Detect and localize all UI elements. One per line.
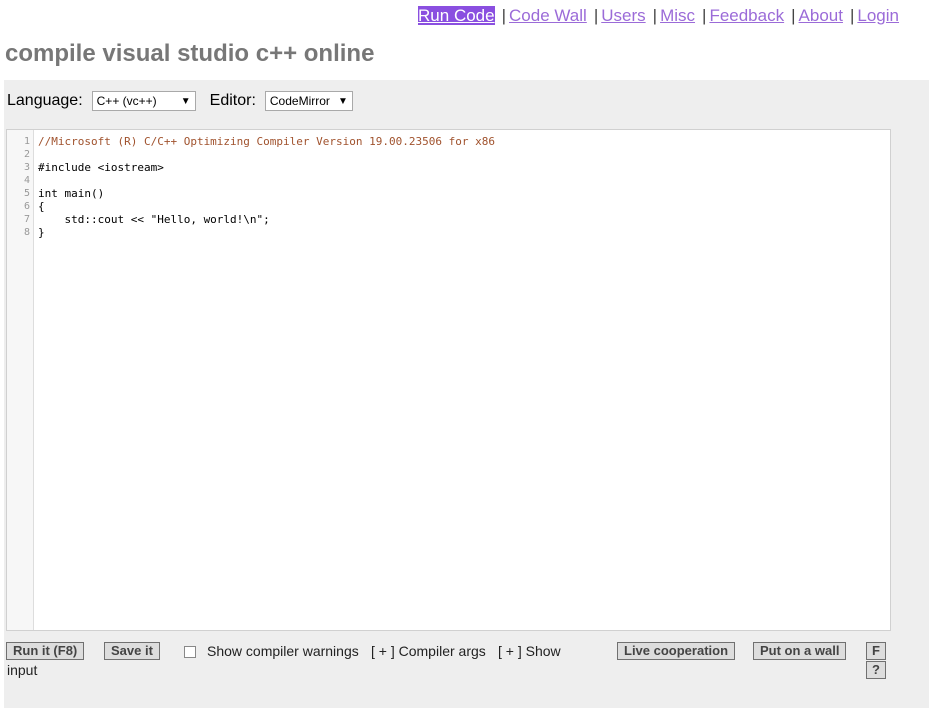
nav-about[interactable]: About <box>799 6 843 25</box>
line-number: 2 <box>23 149 30 160</box>
nav-feedback[interactable]: Feedback <box>709 6 784 25</box>
nav-login[interactable]: Login <box>857 6 899 25</box>
editor-label: Editor: <box>209 92 256 109</box>
code-line: //Microsoft (R) C/C++ Optimizing Compile… <box>38 135 495 148</box>
settings-row: Language: C++ (vc++) ▼ Editor: CodeMirro… <box>7 90 353 112</box>
help-button[interactable]: ? <box>866 661 886 679</box>
fullscreen-button[interactable]: F <box>866 642 886 660</box>
save-button[interactable]: Save it <box>104 642 160 660</box>
chevron-down-icon: ▼ <box>337 95 348 107</box>
compiler-panel: Language: C++ (vc++) ▼ Editor: CodeMirro… <box>4 80 929 708</box>
show-input-toggle-continued[interactable]: input <box>7 662 37 678</box>
line-number: 8 <box>23 227 30 238</box>
top-navigation: Run Code | Code Wall | Users | Misc | Feedback | A… <box>418 6 899 26</box>
compiler-args-toggle[interactable]: [ + ] Compiler args <box>371 643 486 659</box>
code-line: #include <iostream> <box>38 161 164 174</box>
chevron-down-icon: ▼ <box>180 95 191 107</box>
line-number: 6 <box>23 201 30 212</box>
code-line: } <box>38 226 45 239</box>
nav-misc[interactable]: Misc <box>660 6 695 25</box>
code-editor[interactable]: 1 2 3 4 5 6 7 8 //Microsoft (R) C/C++ Op… <box>6 129 891 631</box>
nav-separator: | <box>702 6 707 25</box>
nav-separator: | <box>652 6 658 25</box>
language-select-value: C++ (vc++) <box>96 94 157 108</box>
nav-run-code[interactable]: Run Code <box>418 6 495 25</box>
line-number-gutter: 1 2 3 4 5 6 7 8 <box>7 130 34 630</box>
editor-select[interactable]: CodeMirror ▼ <box>264 91 353 111</box>
line-number: 5 <box>23 188 30 199</box>
editor-select-value: CodeMirror <box>269 94 330 108</box>
code-line: std::cout << "Hello, world!\n"; <box>38 213 270 226</box>
run-button[interactable]: Run it (F8) <box>6 642 85 660</box>
code-lines[interactable]: //Microsoft (R) C/C++ Optimizing Compile… <box>38 135 495 239</box>
put-on-wall-button[interactable]: Put on a wall <box>753 642 847 660</box>
show-warnings-label: Show compiler warnings <box>207 643 359 659</box>
nav-code-wall[interactable]: Code Wall <box>509 6 587 25</box>
action-bar: Run it (F8) Save it Show compiler warnin… <box>4 640 929 708</box>
code-line: int main() <box>38 187 105 200</box>
language-label: Language: <box>7 92 83 109</box>
nav-separator: | <box>501 6 507 25</box>
nav-separator: | <box>593 6 599 25</box>
line-number: 4 <box>23 175 30 186</box>
nav-separator: | <box>849 6 855 25</box>
page-title: compile visual studio c++ online <box>5 40 375 67</box>
line-number: 3 <box>23 162 30 173</box>
nav-users[interactable]: Users <box>601 6 645 25</box>
show-input-toggle[interactable]: [ + ] Show <box>498 643 561 659</box>
line-number: 1 <box>23 136 30 147</box>
language-select[interactable]: C++ (vc++) ▼ <box>91 91 196 111</box>
code-line: { <box>38 200 45 213</box>
live-cooperation-button[interactable]: Live cooperation <box>617 642 736 660</box>
nav-separator: | <box>791 6 796 25</box>
line-number: 7 <box>23 214 30 225</box>
show-warnings-checkbox[interactable] <box>184 646 196 658</box>
